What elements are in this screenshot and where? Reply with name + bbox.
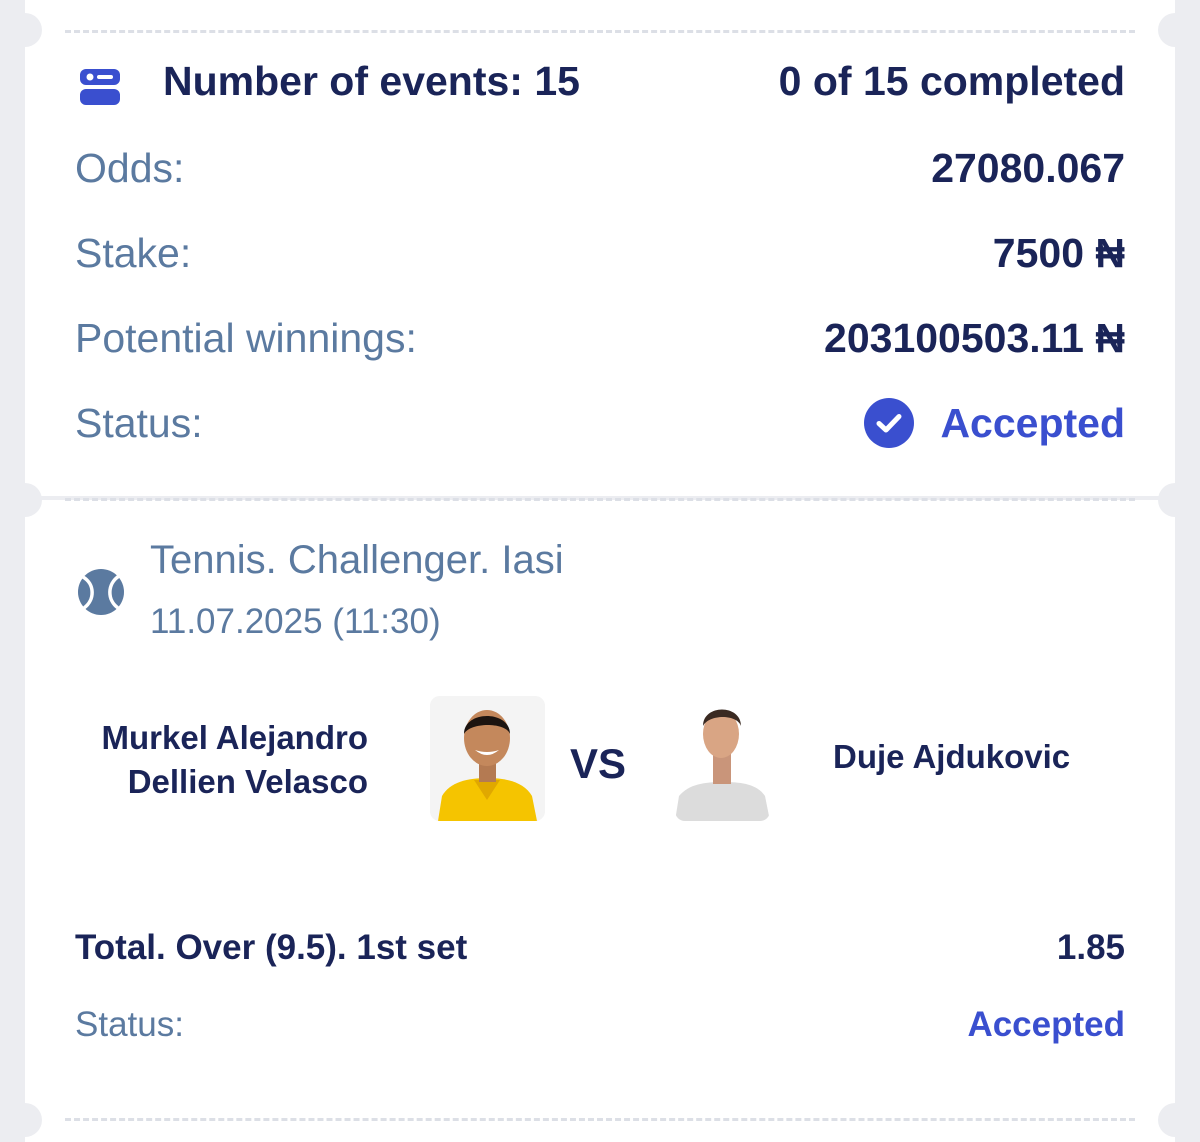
bet-odds: 1.85 [1056,928,1125,967]
bet-summary-card: Number of events: 15 0 of 15 completed O… [8,0,1192,496]
bet-market: Total. Over (9.5). 1st set [75,928,468,967]
check-circle-icon [864,398,915,448]
bet-status-value: Accepted [967,1005,1125,1044]
dashed-divider [65,498,1135,501]
ticket-notch [1158,1103,1192,1137]
dashed-divider [65,30,1135,33]
player-2-avatar [675,696,770,821]
player-1-name-line: Dellien Velasco [127,763,368,800]
player-1-avatar [430,696,545,821]
player-1-name: Murkel Alejandro Dellien Velasco [102,716,369,804]
ticket-notch [1158,483,1192,517]
winnings-value: 203100503.11 ₦ [824,315,1125,361]
odds-label: Odds: [75,145,185,191]
tournament-name: Tennis. Challenger. Iasi [150,538,564,582]
status-label: Status: [75,400,203,446]
dashed-divider [65,1118,1135,1121]
status-value-wrap: Accepted [864,398,1125,448]
event-card: Tennis. Challenger. Iasi 11.07.2025 (11:… [8,483,1192,1142]
events-count: Number of events: 15 [163,58,580,104]
stake-value: 7500 ₦ [992,230,1125,276]
versus-label: VS [570,740,627,787]
player-1-name-line: Murkel Alejandro [101,719,369,756]
tennis-ball-icon [78,569,124,615]
completed-count: 0 of 15 completed [778,58,1125,104]
ticket-notch [8,13,42,47]
events-list-icon [80,69,120,105]
ticket-notch [8,483,42,517]
ticket-notch [1158,13,1192,47]
ticket-notch [8,1103,42,1137]
odds-value: 27080.067 [931,145,1125,191]
event-datetime: 11.07.2025 (11:30) [150,602,441,641]
winnings-label: Potential winnings: [75,315,417,361]
stake-label: Stake: [75,230,192,276]
player-2-name: Duje Ajdukovic [833,738,1071,775]
bet-status-label: Status: [75,1005,184,1044]
status-value: Accepted [940,399,1125,446]
